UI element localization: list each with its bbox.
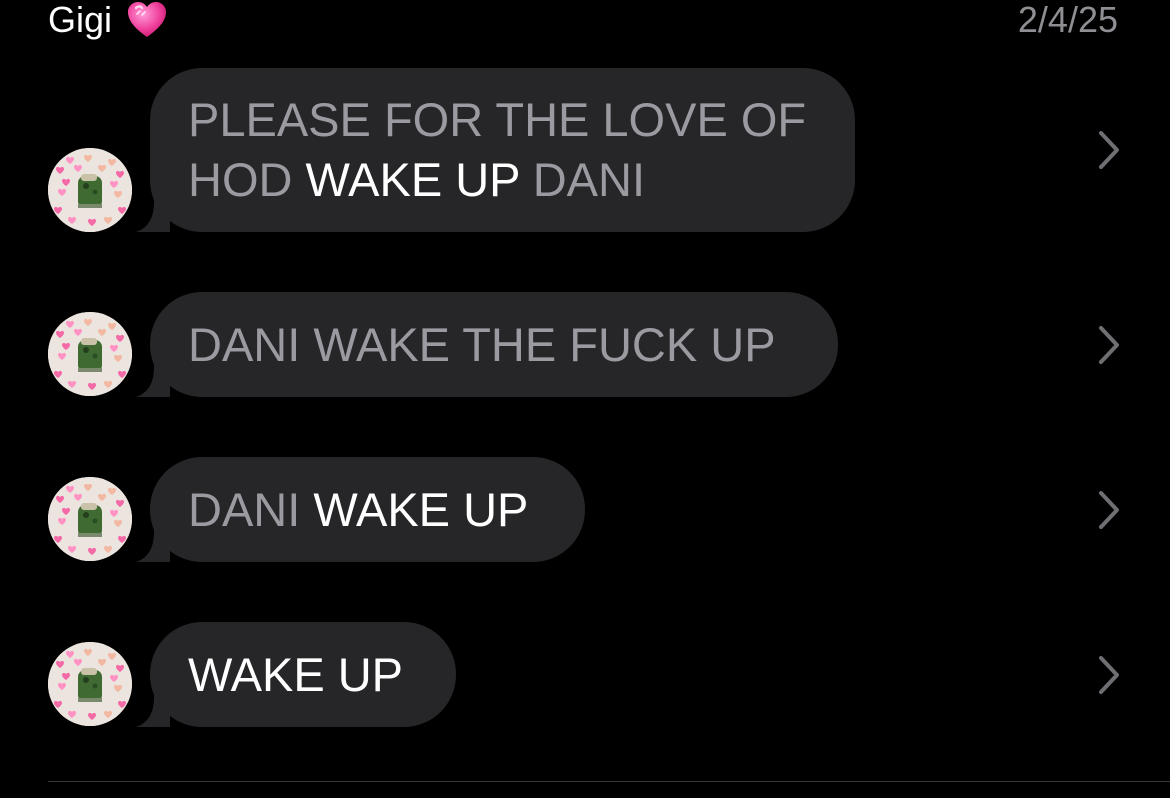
message-bubble[interactable]: PLEASE FOR THE LOVE OF HOD WAKE UP DANI (150, 68, 855, 232)
message-text: PLEASE FOR THE LOVE OF HOD WAKE UP DANI (188, 90, 806, 210)
avatar[interactable] (48, 477, 132, 561)
message-line: WAKE UP (188, 645, 403, 705)
message-text: DANI WAKE UP (188, 480, 528, 540)
avatar[interactable] (48, 148, 132, 232)
message-line: DANI WAKE THE FUCK UP (188, 315, 776, 375)
message-bubble[interactable]: WAKE UP (150, 622, 456, 727)
message-segment: WAKE UP (305, 153, 520, 206)
chevron-right-icon[interactable] (1096, 490, 1122, 530)
contact-name[interactable]: Gigi (48, 0, 168, 40)
message-text: DANI WAKE THE FUCK UP (188, 315, 776, 375)
message-line: HOD WAKE UP DANI (188, 150, 806, 210)
message-segment: WAKE UP (188, 647, 404, 701)
message-text: WAKE UP (188, 645, 403, 705)
avatar[interactable] (48, 642, 132, 726)
message-segment: DANI WAKE THE FUCK UP (188, 317, 776, 371)
avatar[interactable] (48, 312, 132, 396)
chevron-right-icon[interactable] (1096, 325, 1122, 365)
message-line: PLEASE FOR THE LOVE OF (188, 90, 806, 150)
chevron-right-icon[interactable] (1096, 655, 1122, 695)
message-line: DANI WAKE UP (188, 480, 528, 540)
message-segment: DANI (519, 153, 646, 206)
message-segment: DANI (188, 482, 314, 536)
chevron-right-icon[interactable] (1096, 130, 1122, 170)
message-segment: PLEASE FOR THE LOVE OF (188, 93, 807, 146)
message-date: 2/4/25 (1017, 0, 1118, 40)
message-segment: WAKE UP (313, 482, 529, 536)
divider (48, 781, 1170, 782)
contact-name-label: Gigi (48, 0, 113, 40)
pink-heart-icon (126, 0, 168, 40)
message-segment: HOD (188, 153, 306, 206)
message-bubble[interactable]: DANI WAKE THE FUCK UP (150, 292, 838, 397)
message-bubble[interactable]: DANI WAKE UP (150, 457, 585, 562)
